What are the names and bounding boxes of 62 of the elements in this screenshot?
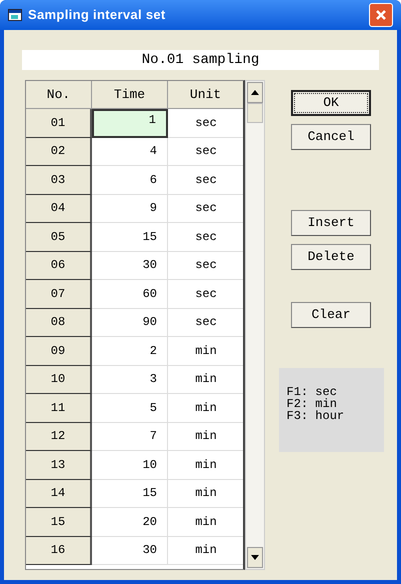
down-arrow-icon: [251, 555, 259, 560]
up-arrow-icon: [251, 90, 259, 95]
shortcut-hint: F3: hour: [286, 410, 346, 422]
shortcut-hint: F1: sec: [286, 386, 338, 398]
row-number-cell: 05: [26, 223, 92, 252]
dialog-button[interactable]: OK: [291, 90, 371, 116]
unit-cell[interactable]: min: [168, 536, 243, 565]
row-number-cell: 03: [26, 166, 92, 194]
scroll-thumb[interactable]: [247, 103, 263, 123]
time-cell[interactable]: 15: [92, 223, 168, 252]
dialog-button[interactable]: Clear: [291, 302, 371, 328]
unit-cell[interactable]: min: [168, 480, 243, 508]
time-cell[interactable]: 6: [92, 166, 168, 194]
column-header: Time: [92, 81, 168, 109]
unit-cell[interactable]: sec: [168, 252, 243, 280]
row-number-cell: 14: [26, 480, 92, 508]
unit-cell[interactable]: sec: [168, 194, 243, 223]
time-cell[interactable]: 60: [92, 280, 168, 308]
column-header: Unit: [168, 81, 243, 109]
time-cell[interactable]: 15: [92, 480, 168, 508]
unit-cell[interactable]: min: [168, 366, 243, 394]
window-title: Sampling interval set: [28, 6, 166, 24]
row-number-cell: 12: [26, 422, 92, 451]
heading-label: No.01 sampling: [22, 50, 379, 70]
time-cell[interactable]: 7: [92, 422, 168, 451]
time-cell[interactable]: 10: [92, 451, 168, 480]
column-header: No.: [26, 81, 92, 109]
row-number-cell: 16: [26, 536, 92, 565]
close-icon: [375, 9, 387, 21]
scrollbar[interactable]: [245, 80, 265, 570]
row-number-cell: 10: [26, 366, 92, 394]
time-cell[interactable]: 3: [92, 366, 168, 394]
row-number-cell: 02: [26, 138, 92, 166]
row-number-cell: 15: [26, 508, 92, 536]
time-cell[interactable]: 4: [92, 138, 168, 166]
time-cell[interactable]: 2: [92, 337, 168, 366]
row-number-cell: 13: [26, 451, 92, 480]
time-cell[interactable]: 20: [92, 508, 168, 536]
dialog-button[interactable]: Delete: [291, 244, 371, 270]
window-icon: [8, 9, 22, 21]
unit-cell[interactable]: min: [168, 422, 243, 451]
unit-cell[interactable]: sec: [168, 308, 243, 337]
row-number-cell: 08: [26, 308, 92, 337]
time-cell[interactable]: 30: [92, 252, 168, 280]
row-number-cell: 06: [26, 252, 92, 280]
time-cell[interactable]: 90: [92, 308, 168, 337]
scroll-up-button[interactable]: [247, 82, 263, 103]
time-cell[interactable]: 30: [92, 536, 168, 565]
dialog-button[interactable]: Insert: [291, 210, 371, 236]
time-cell[interactable]: 1: [92, 109, 168, 138]
row-number-cell: 11: [26, 394, 92, 422]
dialog-button[interactable]: Cancel: [291, 124, 371, 150]
row-number-cell: 01: [26, 109, 92, 138]
shortcut-hint: F2: min: [286, 398, 337, 410]
time-cell[interactable]: 5: [92, 394, 168, 422]
row-number-cell: 07: [26, 280, 92, 308]
unit-cell[interactable]: sec: [168, 138, 243, 166]
row-number-cell: 04: [26, 194, 92, 223]
time-cell[interactable]: 9: [92, 194, 168, 223]
row-number-cell: 09: [26, 337, 92, 366]
close-button[interactable]: [369, 3, 393, 27]
scroll-down-button[interactable]: [247, 547, 263, 568]
